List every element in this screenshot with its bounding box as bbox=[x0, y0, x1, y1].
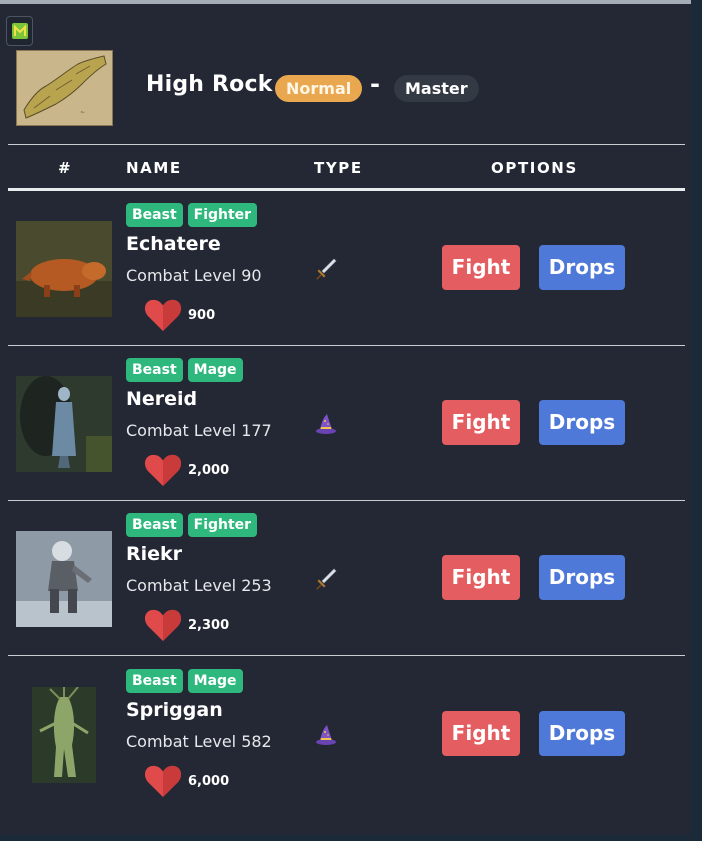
table-header: # NAME TYPE OPTIONS bbox=[8, 145, 685, 189]
monster-image bbox=[16, 376, 112, 472]
combat-level: Combat Level 177 bbox=[126, 421, 272, 440]
tag-badge: Fighter bbox=[187, 203, 258, 227]
hitpoints-value: 6,000 bbox=[188, 774, 230, 789]
monster-name: Nereid bbox=[126, 388, 198, 410]
menu-logo-button[interactable] bbox=[6, 16, 33, 46]
tag-badge: Mage bbox=[187, 358, 243, 382]
wizard-hat-icon bbox=[314, 412, 338, 436]
drops-button[interactable]: Drops bbox=[539, 400, 625, 445]
tag-badge: Beast bbox=[126, 203, 183, 227]
drops-button[interactable]: Drops bbox=[539, 555, 625, 600]
column-header-options: OPTIONS bbox=[491, 159, 578, 177]
fight-button[interactable]: Fight bbox=[442, 245, 520, 290]
drops-button[interactable]: Drops bbox=[539, 245, 625, 290]
combat-level: Combat Level 582 bbox=[126, 732, 272, 751]
table-row: Beast Mage Nereid Combat Level 177 2,000… bbox=[8, 346, 685, 501]
drops-button[interactable]: Drops bbox=[539, 711, 625, 756]
heart-icon bbox=[144, 453, 182, 487]
monster-image bbox=[16, 531, 112, 627]
monster-image bbox=[16, 221, 112, 317]
heart-icon bbox=[144, 764, 182, 798]
tag-badge: Fighter bbox=[187, 513, 258, 537]
monster-name: Riekr bbox=[126, 543, 183, 565]
monster-name: Spriggan bbox=[126, 699, 223, 721]
zone-header: ~ High Rock Normal - Master bbox=[15, 48, 691, 128]
column-header-number: # bbox=[58, 159, 73, 177]
title-separator: - bbox=[370, 70, 380, 98]
tag-badge: Beast bbox=[126, 358, 183, 382]
table-row: Beast Fighter Echatere Combat Level 90 9… bbox=[8, 191, 685, 346]
sword-icon bbox=[314, 257, 338, 281]
monster-panel: ~ High Rock Normal - Master # NAME TYPE … bbox=[0, 0, 691, 835]
hitpoints-value: 900 bbox=[188, 308, 216, 323]
row-divider bbox=[8, 655, 685, 656]
wizard-hat-icon bbox=[314, 723, 338, 747]
monster-tags: Beast Mage bbox=[126, 669, 243, 693]
column-header-type: TYPE bbox=[314, 159, 363, 177]
hitpoints-value: 2,300 bbox=[188, 618, 230, 633]
monster-tags: Beast Fighter bbox=[126, 203, 258, 227]
sword-icon bbox=[314, 567, 338, 591]
fight-button[interactable]: Fight bbox=[442, 555, 520, 600]
fight-button[interactable]: Fight bbox=[442, 400, 520, 445]
heart-icon bbox=[144, 298, 182, 332]
monster-name: Echatere bbox=[126, 233, 221, 255]
zone-title: High Rock bbox=[146, 72, 273, 97]
fight-button[interactable]: Fight bbox=[442, 711, 520, 756]
difficulty-badge: Normal bbox=[275, 75, 363, 102]
tag-badge: Beast bbox=[126, 669, 183, 693]
monster-tags: Beast Mage bbox=[126, 358, 243, 382]
combat-level: Combat Level 90 bbox=[126, 266, 262, 285]
logo-icon bbox=[11, 23, 28, 39]
tag-badge: Mage bbox=[187, 669, 243, 693]
combat-level: Combat Level 253 bbox=[126, 576, 272, 595]
tier-badge: Master bbox=[394, 75, 479, 102]
monster-tags: Beast Fighter bbox=[126, 513, 258, 537]
table-row: Beast Fighter Riekr Combat Level 253 2,3… bbox=[8, 501, 685, 656]
hitpoints-value: 2,000 bbox=[188, 463, 230, 478]
heart-icon bbox=[144, 608, 182, 642]
column-header-name: NAME bbox=[126, 159, 182, 177]
svg-text:~: ~ bbox=[80, 109, 85, 116]
monster-image bbox=[32, 687, 96, 783]
zone-map-image: ~ bbox=[15, 49, 114, 127]
tag-badge: Beast bbox=[126, 513, 183, 537]
table-row: Beast Mage Spriggan Combat Level 582 6,0… bbox=[8, 657, 685, 817]
